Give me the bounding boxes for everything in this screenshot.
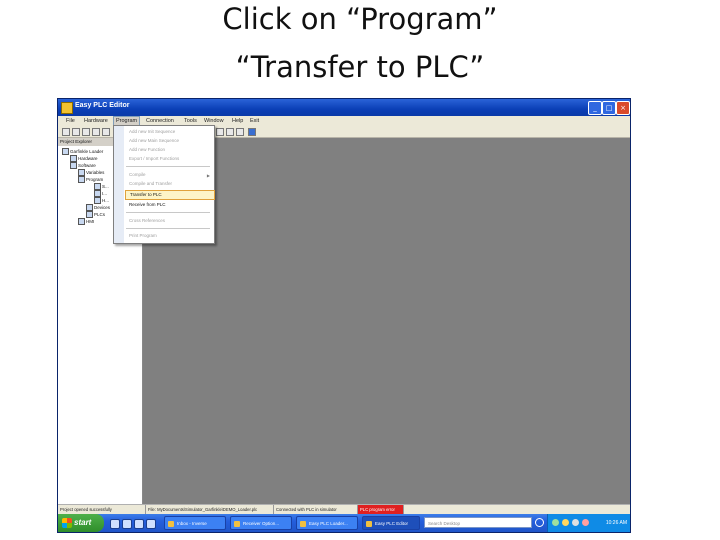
tree-item[interactable]: Garfinkle Loader [62, 148, 103, 156]
menu-window[interactable]: Window [202, 117, 226, 125]
windows-logo-icon [62, 518, 72, 528]
menu-item-compile-and-transfer[interactable]: Compile and Transfer [129, 180, 172, 188]
print-icon[interactable] [92, 128, 100, 136]
slide-title-line-1: Click on “Program” [222, 2, 498, 36]
show-desktop-icon[interactable] [146, 519, 156, 529]
app-icon [61, 102, 73, 114]
menu-item-export-import[interactable]: Export / Import Functions [129, 155, 179, 163]
compile-icon[interactable] [216, 128, 224, 136]
monitor-icon[interactable] [236, 128, 244, 136]
mail-icon[interactable] [122, 519, 132, 529]
menu-separator [126, 212, 210, 213]
tray-icon[interactable] [582, 519, 589, 526]
window-titlebar[interactable]: Easy PLC Editor _ □ × [58, 99, 630, 116]
taskbar-item-active[interactable]: Easy PLC Editor [362, 516, 420, 530]
app-icon [366, 521, 372, 527]
program-menu-dropdown: Add new Init Sequence Add new Main Seque… [113, 125, 215, 244]
tree-item[interactable]: Variables [78, 169, 104, 177]
browser-icon[interactable] [110, 519, 120, 529]
window-title: Easy PLC Editor [75, 102, 130, 109]
submenu-arrow-icon: ▶ [206, 173, 210, 178]
app-icon [234, 521, 240, 527]
speaker-icon[interactable] [248, 128, 256, 136]
minimize-button[interactable]: _ [588, 101, 602, 115]
program-icon [78, 176, 85, 184]
taskbar-item[interactable]: Inbox - Inverse [164, 516, 226, 530]
transfer-icon[interactable] [226, 128, 234, 136]
clock: 10:26 AM [605, 520, 627, 526]
workspace-area [143, 138, 630, 504]
hmi-icon [78, 218, 85, 226]
tree-item[interactable]: Program [78, 176, 103, 184]
open-icon[interactable] [72, 128, 80, 136]
folder-icon [62, 148, 69, 156]
taskbar: start Inbox - Inverse Receiver Option...… [58, 514, 630, 532]
cut-icon[interactable] [102, 128, 110, 136]
menu-item-transfer-to-plc[interactable]: Transfer to PLC [125, 190, 215, 200]
menu-item-compile[interactable]: Compile [129, 171, 146, 179]
search-icon[interactable] [535, 518, 544, 527]
tray-icon[interactable] [552, 519, 559, 526]
tree-item[interactable]: H... [94, 197, 109, 205]
tree-item[interactable]: Hardware [70, 155, 98, 163]
menu-separator [126, 166, 210, 167]
system-tray: 10:26 AM [547, 514, 630, 532]
maximize-button[interactable]: □ [602, 101, 616, 115]
menu-icon-stripe [114, 126, 124, 243]
menu-item-add-init-sequence[interactable]: Add new Init Sequence [129, 128, 175, 136]
tray-icon[interactable] [572, 519, 579, 526]
tree-item[interactable]: Devices [86, 204, 110, 212]
menu-hardware[interactable]: Hardware [82, 117, 110, 125]
close-button[interactable]: × [616, 101, 630, 115]
tree-item[interactable]: Software [70, 162, 96, 170]
menu-file[interactable]: File [64, 117, 77, 125]
app-icon [300, 521, 306, 527]
slide-title-line-2: “Transfer to PLC” [235, 50, 485, 84]
menu-exit[interactable]: Exit [248, 117, 261, 125]
menu-item-add-function[interactable]: Add new Function [129, 146, 165, 154]
app-icon [168, 521, 174, 527]
menu-item-print-program[interactable]: Print Program [129, 232, 157, 240]
taskbar-item[interactable]: Receiver Option... [230, 516, 292, 530]
media-icon[interactable] [134, 519, 144, 529]
menu-help[interactable]: Help [230, 117, 245, 125]
taskbar-item[interactable]: Easy PLC Loader... [296, 516, 358, 530]
new-icon[interactable] [62, 128, 70, 136]
menu-tools[interactable]: Tools [182, 117, 199, 125]
folder-icon [70, 162, 77, 170]
menu-item-cross-references[interactable]: Cross References [129, 217, 165, 225]
app-window: Easy PLC Editor _ □ × File Hardware Prog… [58, 99, 630, 532]
tree-item[interactable]: PLCs [86, 211, 105, 219]
tray-icon[interactable] [562, 519, 569, 526]
menu-connection[interactable]: Connection [144, 117, 176, 125]
menu-item-receive-from-plc[interactable]: Receive from PLC [129, 201, 166, 209]
save-icon[interactable] [82, 128, 90, 136]
desktop-search-input[interactable]: Search Desktop [424, 517, 532, 528]
tree-item[interactable]: I... [94, 190, 107, 198]
menu-item-add-main-sequence[interactable]: Add new Main Sequence [129, 137, 179, 145]
menu-separator [126, 228, 210, 229]
tree-item[interactable]: S... [94, 183, 109, 191]
tree-item[interactable]: HMI [78, 218, 94, 226]
start-button[interactable]: start [58, 514, 104, 532]
